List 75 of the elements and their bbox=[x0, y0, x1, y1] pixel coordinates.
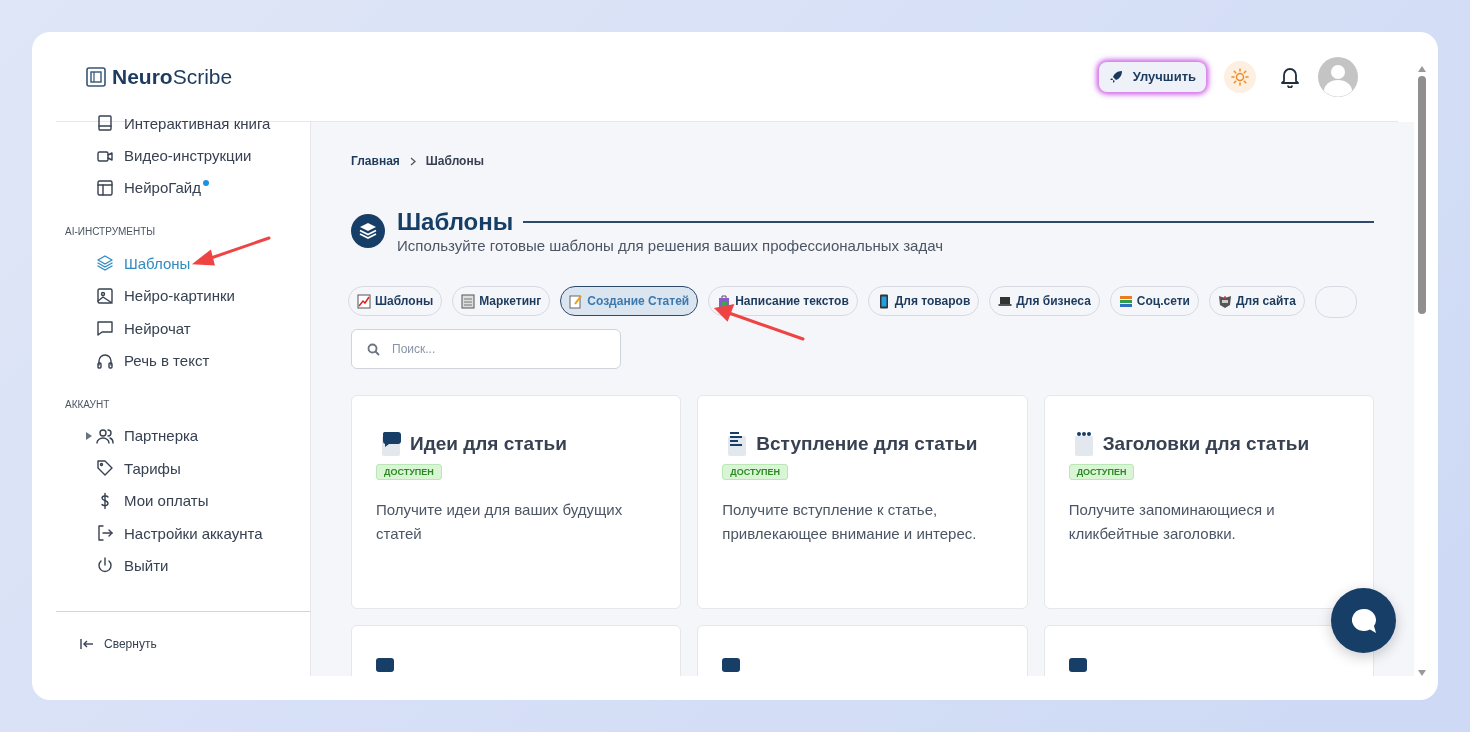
theme-toggle[interactable] bbox=[1224, 60, 1256, 93]
template-card[interactable] bbox=[1043, 625, 1374, 676]
filter-chip[interactable]: Для товаров bbox=[867, 286, 980, 316]
upgrade-button[interactable]: Улучшить bbox=[1098, 61, 1206, 92]
breadcrumb-link[interactable]: Главная bbox=[351, 154, 400, 168]
sidebar-item[interactable]: Речь в текст bbox=[64, 344, 310, 377]
logo-icon bbox=[86, 66, 106, 87]
page-title: Шаблоны bbox=[397, 208, 514, 236]
filter-chip[interactable]: Для бизнеса bbox=[989, 286, 1100, 316]
status-badge: ДОСТУПЕН bbox=[1068, 464, 1135, 480]
filter-chip[interactable]: Шаблоны bbox=[348, 286, 443, 316]
template-card[interactable]: Идеи для статьи ДОСТУПЕН Получите идеи для ваших будущих статей bbox=[351, 395, 682, 609]
sidebar-item[interactable]: Видео-инструкции bbox=[64, 139, 310, 172]
scrollbar-thumb[interactable] bbox=[1418, 76, 1426, 314]
logout-icon bbox=[96, 524, 114, 543]
avatar[interactable] bbox=[1318, 56, 1358, 97]
tag-icon bbox=[96, 459, 114, 478]
template-card[interactable]: Вступление для статьи ДОСТУПЕН Получите вступление к статье, привлекающее внимание и интерес. bbox=[697, 395, 1028, 609]
filter-chip[interactable]: Написание текстов bbox=[708, 286, 858, 316]
page-subtitle: Используйте готовые шаблоны для решения ваших профессиональных задач bbox=[397, 237, 944, 254]
robot-icon bbox=[1217, 293, 1232, 309]
search-icon bbox=[367, 343, 380, 356]
section-heading: АККАУНТ bbox=[64, 398, 111, 410]
layers-icon bbox=[351, 214, 385, 248]
sidebar-item[interactable]: НейроГайд bbox=[64, 171, 310, 205]
filter-chip[interactable]: Создание Статей bbox=[560, 286, 699, 316]
layers-icon bbox=[96, 254, 114, 273]
rocket-icon bbox=[1108, 69, 1123, 84]
text-lines-icon bbox=[726, 430, 749, 458]
card-title: Идеи для статьи bbox=[410, 433, 567, 455]
speech-bubble-icon bbox=[380, 430, 402, 458]
sidebar-item[interactable]: Выйти bbox=[64, 549, 310, 582]
bag-icon bbox=[717, 293, 732, 309]
template-card[interactable]: Заголовки для статьи ДОСТУПЕН Получите запоминающиеся и кликбейтные заголовки. bbox=[1043, 395, 1374, 609]
card-description: Получите идеи для ваших будущих статей bbox=[376, 500, 624, 544]
scroll-down-icon[interactable] bbox=[1418, 670, 1426, 676]
sidebar-item[interactable]: Нейрочат bbox=[64, 311, 310, 345]
power-icon bbox=[96, 556, 114, 575]
layout-icon bbox=[96, 178, 114, 197]
filter-chip[interactable]: Маркетинг bbox=[452, 286, 551, 316]
book-icon bbox=[96, 114, 114, 133]
logo-text: NeuroScribe bbox=[112, 64, 233, 89]
newspaper-icon bbox=[461, 293, 476, 309]
bell-icon[interactable] bbox=[1280, 65, 1300, 88]
section-heading: AI-ИНСТРУМЕНТЫ bbox=[64, 226, 157, 238]
books-icon bbox=[1118, 293, 1133, 309]
sidebar-item[interactable]: Тарифы bbox=[64, 452, 310, 485]
filter-chip[interactable]: Для сайта bbox=[1208, 286, 1305, 316]
headphones-icon bbox=[96, 351, 114, 370]
users-icon bbox=[96, 426, 114, 445]
card-description: Получите вступление к статье, привлекающее внимание и интерес. bbox=[722, 500, 978, 544]
sidebar-item[interactable]: Мои оплаты bbox=[64, 484, 310, 517]
filter-chip[interactable]: Соц.сети bbox=[1109, 286, 1199, 316]
notepad-icon bbox=[569, 293, 584, 309]
chat-bubble-icon bbox=[96, 319, 114, 338]
scroll-up-icon[interactable] bbox=[1418, 66, 1426, 72]
card-description: Получите запоминающиеся и кликбейтные заголовки. bbox=[1068, 500, 1276, 544]
search-field[interactable]: Поиск... bbox=[351, 329, 621, 369]
sidebar-item[interactable]: Интерактивная книга bbox=[64, 107, 310, 140]
sidebar-item[interactable]: Шаблоны bbox=[64, 247, 310, 280]
status-badge: ДОСТУПЕН bbox=[376, 464, 442, 480]
breadcrumb-link[interactable]: Шаблоны bbox=[425, 154, 484, 168]
dots-icon bbox=[1072, 430, 1095, 458]
image-icon bbox=[96, 286, 114, 305]
collapse-icon bbox=[80, 638, 94, 650]
sun-icon bbox=[1231, 67, 1249, 86]
chart-icon bbox=[357, 293, 371, 309]
status-badge: ДОСТУПЕН bbox=[722, 464, 789, 480]
sidebar-item[interactable]: Нейро-картинки bbox=[64, 279, 310, 312]
sidebar-item[interactable]: Партнерка bbox=[64, 419, 310, 453]
card-title: Заголовки для статьи bbox=[1102, 433, 1310, 455]
sidebar-item[interactable]: Настройки аккаунта bbox=[64, 516, 310, 550]
chevron-icon bbox=[409, 156, 416, 166]
caret-icon[interactable] bbox=[86, 431, 92, 440]
card-title: Вступление для статьи bbox=[756, 433, 978, 455]
